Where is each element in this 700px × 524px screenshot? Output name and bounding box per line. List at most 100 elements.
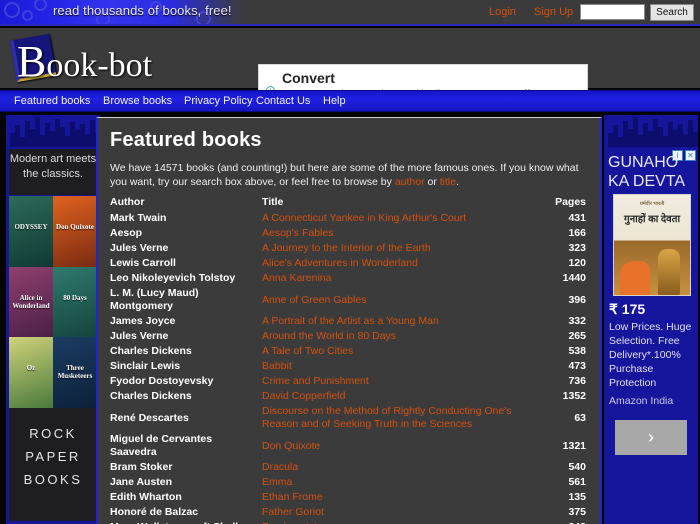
book-title-link[interactable]: A Tale of Two Cities	[262, 345, 353, 357]
swirl-decoration	[4, 2, 20, 18]
table-row: Sinclair Lewis Babbit 473	[110, 359, 590, 374]
cell-author: Aesop	[110, 227, 143, 239]
ad-title: Convert	[282, 70, 335, 86]
cover-statue-shape	[658, 249, 680, 295]
cell-author: René Descartes	[110, 411, 189, 424]
table-row: Mary Wollstonecraft ShelleyFrankenstein2…	[110, 520, 590, 524]
column-header-author: Author	[110, 196, 145, 208]
nav-item-help[interactable]: Help	[323, 95, 346, 107]
book-cover-title: ODYSSEY	[14, 222, 48, 231]
book-cover-thumbnail: 80 Days	[53, 266, 97, 338]
cell-pages: 242	[546, 520, 590, 524]
book-title-link[interactable]: Ethan Frome	[262, 491, 323, 503]
table-row: Aesop Aesop's Fables 166	[110, 226, 590, 241]
book-title-link[interactable]: A Connecticut Yankee in King Arthur's Co…	[262, 212, 466, 224]
cell-title: Discourse on the Method of Rightly Condu…	[262, 404, 546, 432]
book-title-link[interactable]: Discourse on the Method of Rightly Condu…	[262, 405, 511, 430]
cell-author: Mark Twain	[110, 212, 167, 224]
book-title-link[interactable]: Alice's Adventures in Wonderland	[262, 257, 418, 269]
nav-item-privacy-policy[interactable]: Privacy Policy	[184, 95, 252, 107]
left-sidebar-advertisement[interactable]: Modern art meets the classics. ODYSSEY Do…	[6, 115, 100, 524]
cell-pages: 540	[568, 461, 586, 473]
cell-pages: 63	[574, 411, 586, 424]
nav-item-contact-us[interactable]: Contact Us	[256, 95, 310, 107]
next-arrow-button[interactable]: ›	[615, 420, 687, 455]
city-skyline-graphic	[604, 115, 698, 147]
cell-pages: 323	[568, 242, 586, 254]
table-row: Leo Nikoleyevich Tolstoy Anna Karenina 144…	[110, 271, 590, 286]
signup-link[interactable]: Sign Up	[534, 6, 573, 18]
nav-item-browse-books[interactable]: Browse books	[103, 95, 172, 107]
cell-pages: 135	[568, 491, 586, 503]
cell-author: James Joyce	[110, 315, 176, 327]
book-cover-title: 80 Days	[63, 293, 87, 302]
cell-pages: 332	[568, 315, 586, 327]
cell-title: Alice's Adventures in Wonderland	[262, 256, 546, 271]
cell-title: Aesop's Fables	[262, 226, 546, 241]
top-bar: read thousands of books, free! Login Sig…	[0, 0, 700, 26]
nav-item-featured-books[interactable]: Featured books	[14, 95, 90, 107]
book-cover-thumbnail: Alice in Wonderland	[9, 266, 53, 338]
book-title-link[interactable]: Don Quixote	[262, 440, 320, 452]
book-title-link[interactable]: Crime and Punishment	[262, 375, 369, 387]
book-title-link[interactable]: Dracula	[262, 461, 298, 473]
book-title-link[interactable]: Father Goriot	[262, 506, 324, 518]
main-content-panel: Featured books We have 14571 books (and …	[96, 117, 602, 524]
book-title-link[interactable]: Anne of Green Gables	[262, 294, 366, 306]
column-header-pages: Pages	[555, 196, 586, 208]
page-root: read thousands of books, free! Login Sig…	[0, 0, 700, 524]
book-cover-title: Alice in Wonderland	[12, 293, 50, 310]
book-cover-thumbnail: Don Quixote	[53, 196, 97, 267]
table-row: Honoré de Balzac Father Goriot 375	[110, 505, 590, 520]
cell-title: Crime and Punishment	[262, 374, 546, 389]
book-cover-thumbnail: Three Musketeers	[53, 337, 97, 408]
table-row: Lewis Carroll Alice's Adventures in Wonde…	[110, 256, 590, 271]
table-row: René Descartes Discourse on the Method of…	[110, 404, 590, 432]
masthead: Book-bot i ✕ Convert Convert Word Doc an…	[0, 28, 700, 111]
browse-by-author-link[interactable]: author	[395, 176, 425, 188]
cover-title-text: गुनाहों का देवता	[623, 214, 681, 225]
cell-author: Bram Stoker	[110, 461, 173, 473]
cell-author: Edith Wharton	[110, 491, 182, 503]
cell-pages: 431	[568, 212, 586, 224]
book-title-link[interactable]: Emma	[262, 476, 292, 488]
book-title-link[interactable]: Babbit	[262, 360, 292, 372]
left-ad-headline: Modern art meets the classics.	[9, 149, 97, 195]
product-price: ₹ 175	[609, 301, 646, 317]
site-tagline: read thousands of books, free!	[53, 3, 232, 18]
search-input[interactable]	[580, 4, 645, 20]
book-title-link[interactable]: David Copperfield	[262, 390, 345, 402]
book-title-link[interactable]: A Portrait of the Artist as a Young Man	[262, 315, 439, 327]
cell-author: Lewis Carroll	[110, 257, 176, 269]
logo-text: Book-bot	[17, 37, 153, 86]
book-cover-thumbnail: ODYSSEY	[9, 196, 53, 267]
cell-pages: 166	[568, 227, 586, 239]
right-sidebar-advertisement[interactable]: i ✕ GUNAHO KA DEVTA धर्मवीर भारती गुनाहो…	[604, 115, 698, 524]
table-row: James Joyce A Portrait of the Artist as a…	[110, 314, 590, 329]
table-row: L. M. (Lucy Maud) Montgomery Anne of Gree…	[110, 286, 590, 314]
cell-title: A Portrait of the Artist as a Young Man	[262, 314, 546, 329]
product-cover-image: धर्मवीर भारती गुनाहों का देवता	[613, 194, 691, 296]
book-title-link[interactable]: Aesop's Fables	[262, 227, 333, 239]
book-title-link[interactable]: Around the World in 80 Days	[262, 330, 396, 342]
cell-author: L. M. (Lucy Maud) Montgomery	[110, 287, 199, 312]
book-title-link[interactable]: A Journey to the Interior of the Earth	[262, 242, 431, 254]
search-button[interactable]: Search	[650, 4, 694, 21]
cell-author: Charles Dickens	[110, 345, 192, 357]
cell-title: Anne of Green Gables	[262, 286, 546, 314]
cell-pages: 120	[568, 257, 586, 269]
product-description: Low Prices. Huge Selection. Free Deliver…	[609, 321, 692, 389]
city-skyline-graphic	[6, 115, 100, 147]
book-title-link[interactable]: Anna Karenina	[262, 272, 331, 284]
cell-title: David Copperfield	[262, 389, 546, 404]
cell-title: Frankenstein	[262, 520, 546, 524]
browse-by-title-link[interactable]: title	[440, 176, 456, 188]
cell-pages: 1440	[562, 272, 586, 284]
intro-text: We have 14571 books (and counting!) but …	[110, 162, 579, 188]
site-logo[interactable]: Book-bot	[9, 32, 192, 86]
book-cover-title: Don Quixote	[56, 222, 94, 231]
cell-pages: 396	[568, 293, 586, 306]
advertiser-name: Amazon India	[609, 395, 674, 407]
table-row: Mark Twain A Connecticut Yankee in King A…	[110, 211, 590, 226]
login-link[interactable]: Login	[489, 6, 516, 18]
